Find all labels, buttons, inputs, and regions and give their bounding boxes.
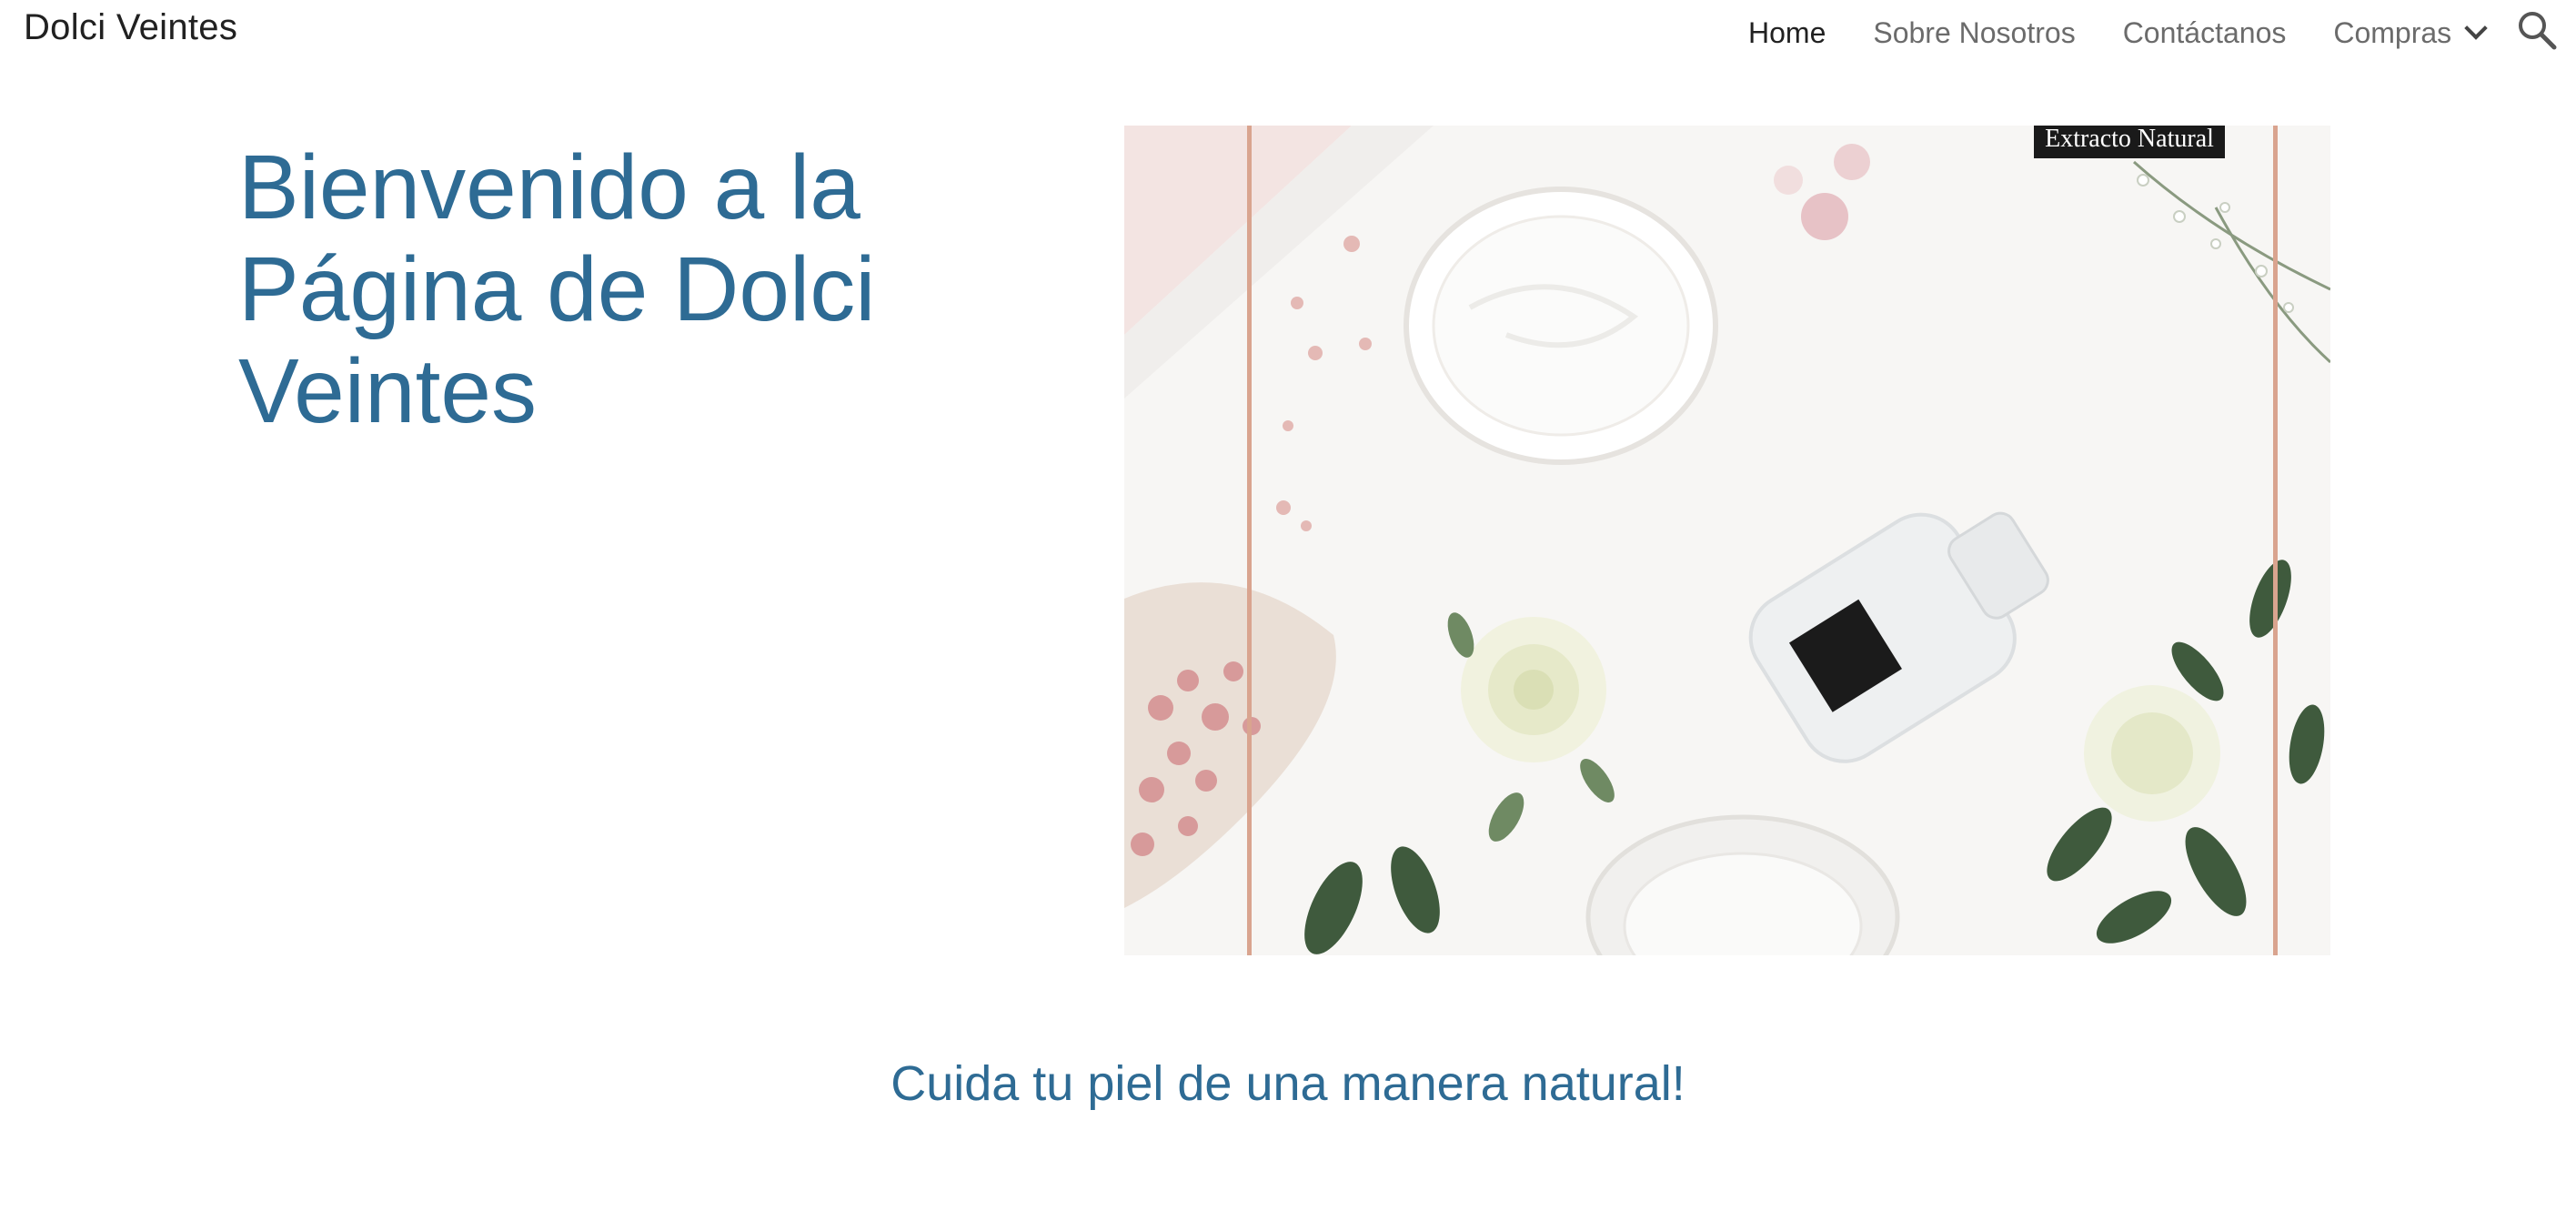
nav-item-sobre-nosotros[interactable]: Sobre Nosotros	[1873, 16, 2075, 50]
nav-item-home[interactable]: Home	[1748, 16, 1826, 50]
nav-item-label: Contáctanos	[2122, 15, 2287, 49]
hero-image: Extracto Natural	[1124, 126, 2330, 955]
main-nav: Home Sobre Nosotros Contáctanos Compras	[1748, 13, 2531, 53]
hero-image-illustration	[1124, 126, 2330, 955]
nav-item-label: Sobre Nosotros	[1873, 15, 2076, 49]
tagline: Cuida tu piel de una manera natural!	[891, 1056, 1685, 1111]
nav-item-label: Home	[1748, 15, 1826, 49]
chevron-down-icon[interactable]	[2464, 16, 2488, 40]
page-title: Bienvenido a la Página de Dolci Veintes	[238, 136, 876, 442]
nav-item-compras[interactable]: Compras	[2333, 15, 2488, 50]
site-title[interactable]: Dolci Veintes	[24, 7, 237, 48]
top-navigation-bar: Dolci Veintes Home Sobre Nosotros Contác…	[0, 0, 2576, 66]
image-badge: Extracto Natural	[2034, 126, 2225, 158]
search-icon[interactable]	[2516, 9, 2558, 51]
nav-item-contactanos[interactable]: Contáctanos	[2123, 16, 2287, 50]
nav-item-label: Compras	[2333, 15, 2452, 49]
